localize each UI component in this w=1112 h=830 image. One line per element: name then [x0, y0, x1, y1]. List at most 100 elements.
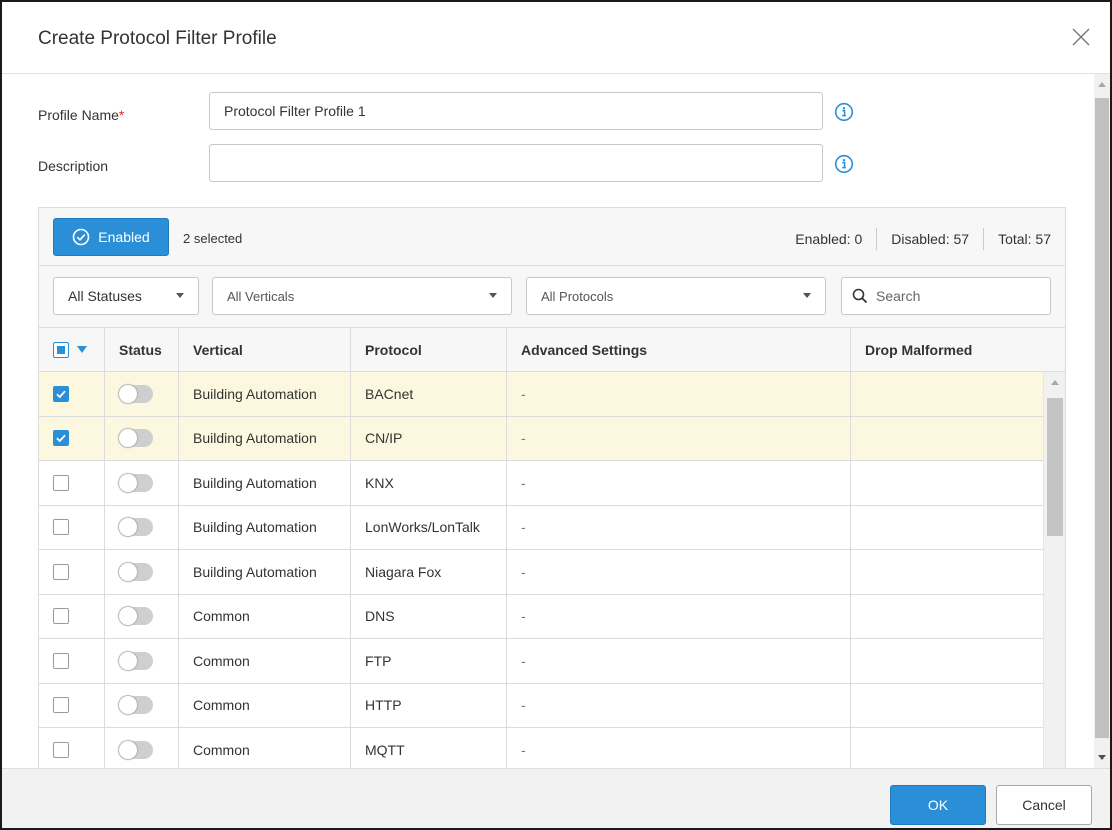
protocol-filter-select[interactable]: All Protocols: [526, 277, 826, 315]
vertical-cell: Building Automation: [179, 372, 351, 416]
cancel-button[interactable]: Cancel: [996, 785, 1092, 825]
vertical-cell: Building Automation: [179, 550, 351, 594]
advanced-settings-cell: -: [507, 683, 851, 727]
table-row[interactable]: Building Automation Niagara Fox -: [39, 550, 1065, 595]
column-header-advanced-settings[interactable]: Advanced Settings: [507, 328, 851, 372]
row-select-cell: [39, 728, 105, 768]
row-select-cell: [39, 594, 105, 638]
status-toggle[interactable]: [119, 562, 153, 581]
status-toggle[interactable]: [119, 429, 153, 448]
table-row[interactable]: Building Automation BACnet -: [39, 372, 1065, 417]
select-all-checkbox[interactable]: [53, 342, 69, 358]
enabled-count: Enabled: 0: [795, 231, 863, 247]
column-header-drop-malformed[interactable]: Drop Malformed: [851, 328, 1043, 372]
status-toggle[interactable]: [119, 740, 153, 759]
search-input[interactable]: [876, 288, 1036, 304]
row-checkbox[interactable]: [53, 519, 69, 536]
advanced-settings-cell: -: [507, 416, 851, 460]
selected-count: 2 selected: [183, 231, 243, 246]
row-select-cell: [39, 416, 105, 460]
status-cell: [105, 639, 179, 683]
table-row[interactable]: Common MQTT -: [39, 728, 1065, 768]
table-row[interactable]: Common HTTP -: [39, 683, 1065, 728]
ok-button[interactable]: OK: [890, 785, 986, 825]
row-select-cell: [39, 550, 105, 594]
protocol-cell: MQTT: [351, 728, 507, 768]
table-row[interactable]: Common DNS -: [39, 594, 1065, 639]
select-all-header[interactable]: [39, 328, 105, 372]
description-label: Description: [38, 158, 109, 174]
status-toggle[interactable]: [119, 607, 153, 626]
status-cell: [105, 461, 179, 505]
row-checkbox[interactable]: [53, 652, 69, 669]
dialog-header: Create Protocol Filter Profile: [2, 2, 1110, 74]
table-toolbar: Enabled 2 selected Enabled: 0 Disabled: …: [39, 208, 1065, 266]
row-checkbox[interactable]: [53, 741, 69, 758]
table-row[interactable]: Building Automation KNX -: [39, 461, 1065, 506]
advanced-settings-cell: -: [507, 461, 851, 505]
advanced-settings-cell: -: [507, 505, 851, 549]
description-input[interactable]: [209, 144, 823, 182]
protocol-cell: KNX: [351, 461, 507, 505]
dialog-body: Profile Name* Description Enabled: [2, 74, 1096, 768]
row-select-cell: [39, 372, 105, 416]
column-header-status[interactable]: Status: [105, 328, 179, 372]
advanced-settings-cell: -: [507, 728, 851, 768]
row-checkbox[interactable]: [53, 563, 69, 580]
profile-name-input[interactable]: [209, 92, 823, 130]
dialog-scrollbar[interactable]: [1094, 74, 1110, 768]
status-toggle[interactable]: [119, 384, 153, 403]
chevron-down-icon: [803, 293, 811, 298]
advanced-settings-cell: -: [507, 372, 851, 416]
protocol-cell: HTTP: [351, 683, 507, 727]
column-header-protocol[interactable]: Protocol: [351, 328, 507, 372]
filter-bar: All Statuses All Verticals All Protocols: [39, 266, 1065, 328]
search-box[interactable]: [841, 277, 1051, 315]
status-toggle[interactable]: [119, 518, 153, 537]
status-toggle[interactable]: [119, 696, 153, 715]
divider: [876, 228, 878, 250]
table-row[interactable]: Building Automation CN/IP -: [39, 416, 1065, 461]
row-select-cell: [39, 461, 105, 505]
row-checkbox[interactable]: [53, 697, 69, 714]
drop-malformed-cell: [851, 639, 1043, 683]
search-icon: [852, 288, 868, 304]
row-checkbox[interactable]: [53, 608, 69, 625]
status-toggle[interactable]: [119, 473, 153, 492]
checkmark-icon: [56, 390, 66, 399]
scrollbar-thumb[interactable]: [1047, 398, 1063, 536]
table-scrollbar[interactable]: [1043, 372, 1065, 768]
scroll-up-icon[interactable]: [1098, 82, 1106, 87]
enabled-button[interactable]: Enabled: [53, 218, 169, 256]
checkmark-icon: [56, 434, 66, 443]
table-row[interactable]: Common FTP -: [39, 639, 1065, 684]
close-icon[interactable]: [1070, 26, 1092, 48]
profile-name-label: Profile Name*: [38, 107, 125, 123]
drop-malformed-cell: [851, 372, 1043, 416]
row-checkbox[interactable]: [53, 430, 69, 447]
row-checkbox[interactable]: [53, 385, 69, 402]
scroll-down-icon[interactable]: [1098, 755, 1106, 760]
status-filter-select[interactable]: All Statuses: [53, 277, 199, 315]
status-cell: [105, 728, 179, 768]
check-circle-icon: [72, 228, 90, 246]
info-circle-icon[interactable]: [834, 154, 854, 174]
info-circle-icon[interactable]: [834, 102, 854, 122]
scrollbar-thumb[interactable]: [1095, 98, 1109, 738]
scroll-up-icon[interactable]: [1051, 380, 1059, 385]
protocol-cell: Niagara Fox: [351, 550, 507, 594]
status-cell: [105, 372, 179, 416]
total-count: Total: 57: [998, 231, 1051, 247]
protocol-cell: LonWorks/LonTalk: [351, 505, 507, 549]
row-checkbox[interactable]: [53, 474, 69, 491]
status-toggle[interactable]: [119, 651, 153, 670]
drop-malformed-cell: [851, 595, 1043, 639]
required-mark: *: [118, 107, 125, 123]
status-cell: [105, 416, 179, 460]
column-header-vertical[interactable]: Vertical: [179, 328, 351, 372]
drop-malformed-cell: [851, 550, 1043, 594]
vertical-filter-select[interactable]: All Verticals: [212, 277, 512, 315]
table-row[interactable]: Building Automation LonWorks/LonTalk -: [39, 505, 1065, 550]
caret-down-icon[interactable]: [77, 346, 87, 354]
vertical-cell: Building Automation: [179, 416, 351, 460]
